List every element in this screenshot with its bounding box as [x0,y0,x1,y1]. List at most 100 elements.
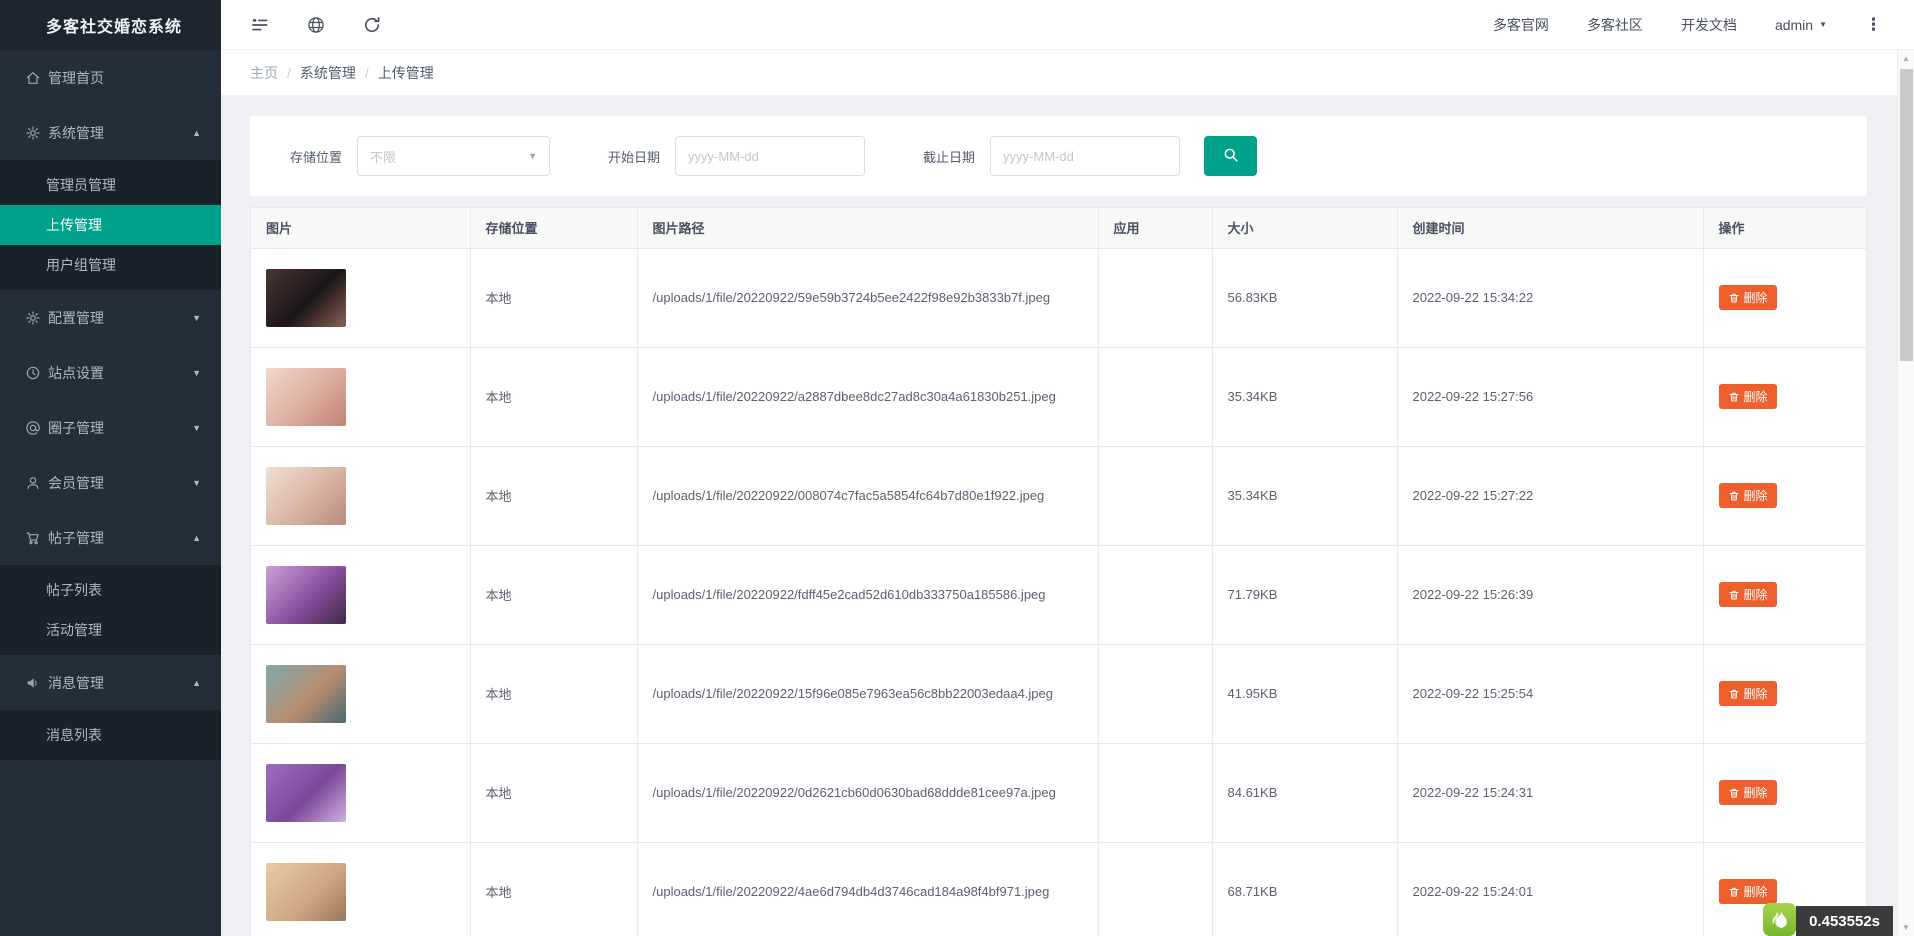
delete-button-label: 删除 [1744,586,1768,603]
breadcrumb: 主页 / 系统管理 / 上传管理 [221,50,1914,95]
sidebar-item-user-group-manage[interactable]: 用户组管理 [0,245,221,285]
user-menu[interactable]: admin ▼ [1775,17,1827,33]
sidebar-item-label: 帖子管理 [48,528,104,548]
sidebar-item-post-list[interactable]: 帖子列表 [0,570,221,610]
storage-select-value: 不限 [370,147,396,166]
start-date-input[interactable] [675,136,865,176]
scrollbar-thumb[interactable] [1900,69,1913,361]
upload-thumbnail[interactable] [266,467,346,525]
sidebar-item-activity-manage[interactable]: 活动管理 [0,610,221,650]
end-date-input[interactable] [990,136,1180,176]
delete-button-label: 删除 [1744,883,1768,900]
submenu-message-manage: 消息列表 [0,710,221,760]
delete-button-label: 删除 [1744,784,1768,801]
sidebar-item-post-manage[interactable]: 帖子管理 ▲ [0,510,221,565]
delete-button-label: 删除 [1744,289,1768,306]
sidebar-item-member-manage[interactable]: 会员管理▼ [0,455,221,510]
sidebar-item-circle-manage[interactable]: 圈子管理▼ [0,400,221,455]
sidebar-item-upload-manage[interactable]: 上传管理 [0,205,221,245]
delete-button[interactable]: 删除 [1719,780,1777,805]
image-path: /uploads/1/file/20220922/15f96e085e7963e… [653,686,1054,701]
upload-thumbnail[interactable] [266,566,346,624]
sidebar-item-dashboard[interactable]: 管理首页 [0,50,221,105]
table-header-row: 图片存储位置图片路径应用大小创建时间操作 [251,208,1866,248]
delete-button[interactable]: 删除 [1719,483,1777,508]
vertical-scrollbar[interactable]: ▲ ▼ [1897,50,1914,936]
upload-thumbnail[interactable] [266,269,346,327]
delete-button[interactable]: 删除 [1719,879,1777,904]
file-size: 41.95KB [1228,686,1278,701]
storage-value: 本地 [486,390,512,405]
storage-value: 本地 [486,588,512,603]
clock-icon [25,365,41,381]
link-dev-docs[interactable]: 开发文档 [1681,15,1737,35]
breadcrumb-current: 上传管理 [378,63,434,83]
settings-gear-icon [25,310,41,326]
filter-panel: 存储位置 不限 ▼ 开始日期 截止日期 [250,116,1867,196]
content: 存储位置 不限 ▼ 开始日期 截止日期 图片存储位置图片路径应用大小创建时间操 [221,95,1897,936]
trash-icon [1728,292,1740,304]
delete-button[interactable]: 删除 [1719,384,1777,409]
megaphone-icon [25,675,41,691]
trace-time[interactable]: 0.453552s [1796,906,1893,936]
topbar: 多客官网 多客社区 开发文档 admin ▼ ⋮ [221,0,1914,50]
submenu-system-manage: 管理员管理上传管理用户组管理 [0,160,221,290]
chevron-down-icon: ▼ [192,423,201,433]
chevron-down-icon: ▼ [192,478,201,488]
app-title: 多客社交婚恋系统 [0,0,221,50]
column-header-6: 操作 [1703,208,1866,248]
breadcrumb-system[interactable]: 系统管理 [300,63,356,83]
refresh-icon[interactable] [362,15,382,35]
sidebar-item-config-manage[interactable]: 配置管理▼ [0,290,221,345]
storage-value: 本地 [486,786,512,801]
sidebar-item-message-list[interactable]: 消息列表 [0,715,221,755]
thinkphp-logo-icon[interactable] [1763,903,1796,936]
upload-thumbnail[interactable] [266,764,346,822]
breadcrumb-home[interactable]: 主页 [250,63,278,83]
upload-thumbnail[interactable] [266,863,346,921]
select-caret-icon: ▼ [528,151,537,161]
storage-value: 本地 [486,291,512,306]
created-time: 2022-09-22 15:24:01 [1413,884,1534,899]
delete-button[interactable]: 删除 [1719,582,1777,607]
delete-button[interactable]: 删除 [1719,285,1777,310]
delete-button[interactable]: 删除 [1719,681,1777,706]
column-header-5: 创建时间 [1397,208,1703,248]
column-header-3: 应用 [1098,208,1212,248]
scroll-down-icon[interactable]: ▼ [1898,919,1914,936]
menu-fold-icon[interactable] [250,15,270,35]
sidebar-item-label: 站点设置 [48,363,104,383]
table-row: 本地/uploads/1/file/20220922/a2887dbee8dc2… [251,347,1866,446]
trash-icon [1728,688,1740,700]
scroll-up-icon[interactable]: ▲ [1898,50,1914,67]
trash-icon [1728,391,1740,403]
start-date-label: 开始日期 [608,147,660,166]
sidebar-item-message-manage[interactable]: 消息管理▲ [0,655,221,710]
storage-value: 本地 [486,687,512,702]
sidebar-item-label: 消息管理 [48,673,104,693]
upload-thumbnail[interactable] [266,368,346,426]
delete-button-label: 删除 [1744,487,1768,504]
user-name: admin [1775,17,1813,33]
delete-button-label: 删除 [1744,388,1768,405]
column-header-1: 存储位置 [470,208,637,248]
file-size: 35.34KB [1228,389,1278,404]
chevron-up-icon: ▲ [192,533,201,543]
sidebar-item-admin-manage[interactable]: 管理员管理 [0,165,221,205]
table-row: 本地/uploads/1/file/20220922/008074c7fac5a… [251,446,1866,545]
trash-icon [1728,787,1740,799]
image-path: /uploads/1/file/20220922/0d2621cb60d0630… [653,785,1056,800]
file-size: 68.71KB [1228,884,1278,899]
chevron-down-icon: ▼ [1819,20,1827,29]
table-row: 本地/uploads/1/file/20220922/15f96e085e796… [251,644,1866,743]
link-official-site[interactable]: 多客官网 [1493,15,1549,35]
globe-icon[interactable] [306,15,326,35]
storage-select[interactable]: 不限 ▼ [357,136,550,176]
link-community[interactable]: 多客社区 [1587,15,1643,35]
image-path: /uploads/1/file/20220922/4ae6d794db4d374… [653,884,1050,899]
sidebar-item-system-manage[interactable]: 系统管理▲ [0,105,221,160]
search-button[interactable] [1204,136,1257,176]
sidebar-item-site-settings[interactable]: 站点设置▼ [0,345,221,400]
upload-thumbnail[interactable] [266,665,346,723]
more-vertical-icon[interactable]: ⋮ [1865,15,1890,35]
